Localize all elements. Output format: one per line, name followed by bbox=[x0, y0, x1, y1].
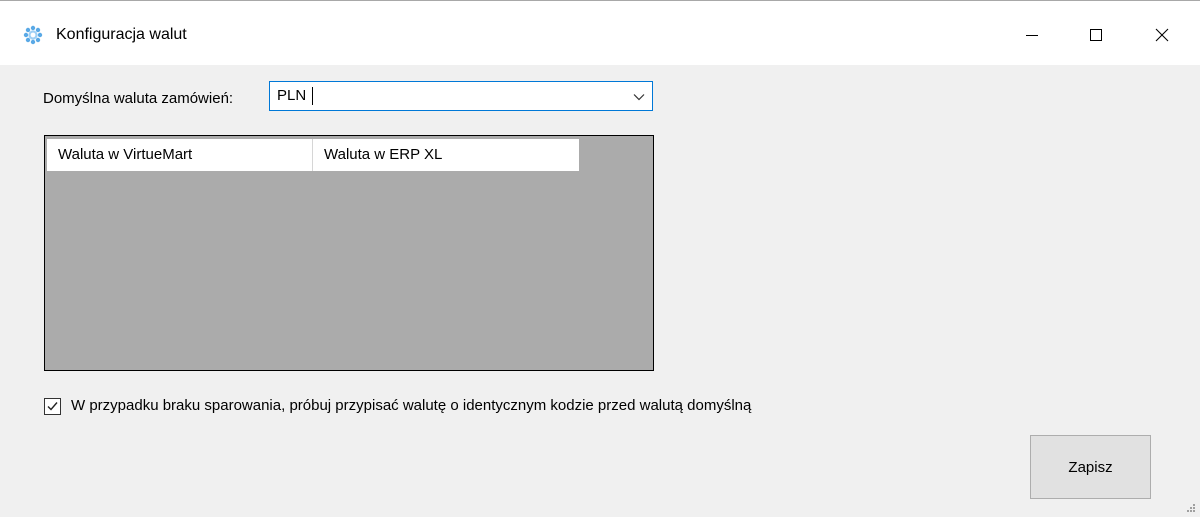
checkmark-icon bbox=[47, 402, 58, 411]
currency-mapping-grid[interactable]: Waluta w VirtueMart Waluta w ERP XL bbox=[44, 135, 654, 371]
default-currency-label: Domyślna waluta zamówień: bbox=[43, 90, 234, 107]
close-icon bbox=[1155, 28, 1169, 42]
close-button[interactable] bbox=[1140, 15, 1184, 55]
minimize-icon bbox=[1026, 35, 1038, 36]
column-header-erp-xl[interactable]: Waluta w ERP XL bbox=[313, 139, 579, 171]
match-code-checkbox-label[interactable]: W przypadku braku sparowania, próbuj prz… bbox=[71, 397, 751, 415]
default-currency-value[interactable]: PLN bbox=[277, 87, 306, 105]
window-title: Konfiguracja walut bbox=[56, 26, 187, 43]
text-caret bbox=[312, 87, 313, 105]
default-currency-combobox[interactable]: PLN bbox=[269, 81, 653, 111]
chevron-down-icon[interactable] bbox=[632, 90, 646, 104]
minimize-button[interactable] bbox=[1010, 15, 1054, 55]
match-code-checkbox[interactable] bbox=[44, 398, 61, 415]
column-header-virtuemart[interactable]: Waluta w VirtueMart bbox=[47, 139, 313, 171]
maximize-button[interactable] bbox=[1074, 15, 1118, 55]
resize-grip-icon[interactable] bbox=[1184, 501, 1196, 513]
title-bar[interactable]: Konfiguracja walut bbox=[0, 1, 1200, 65]
save-button[interactable]: Zapisz bbox=[1030, 435, 1151, 499]
maximize-icon bbox=[1090, 29, 1102, 41]
app-gear-icon bbox=[23, 25, 43, 45]
currency-config-window: Konfiguracja walut Domyślna waluta zamów… bbox=[0, 0, 1200, 517]
grid-header: Waluta w VirtueMart Waluta w ERP XL bbox=[47, 139, 579, 171]
